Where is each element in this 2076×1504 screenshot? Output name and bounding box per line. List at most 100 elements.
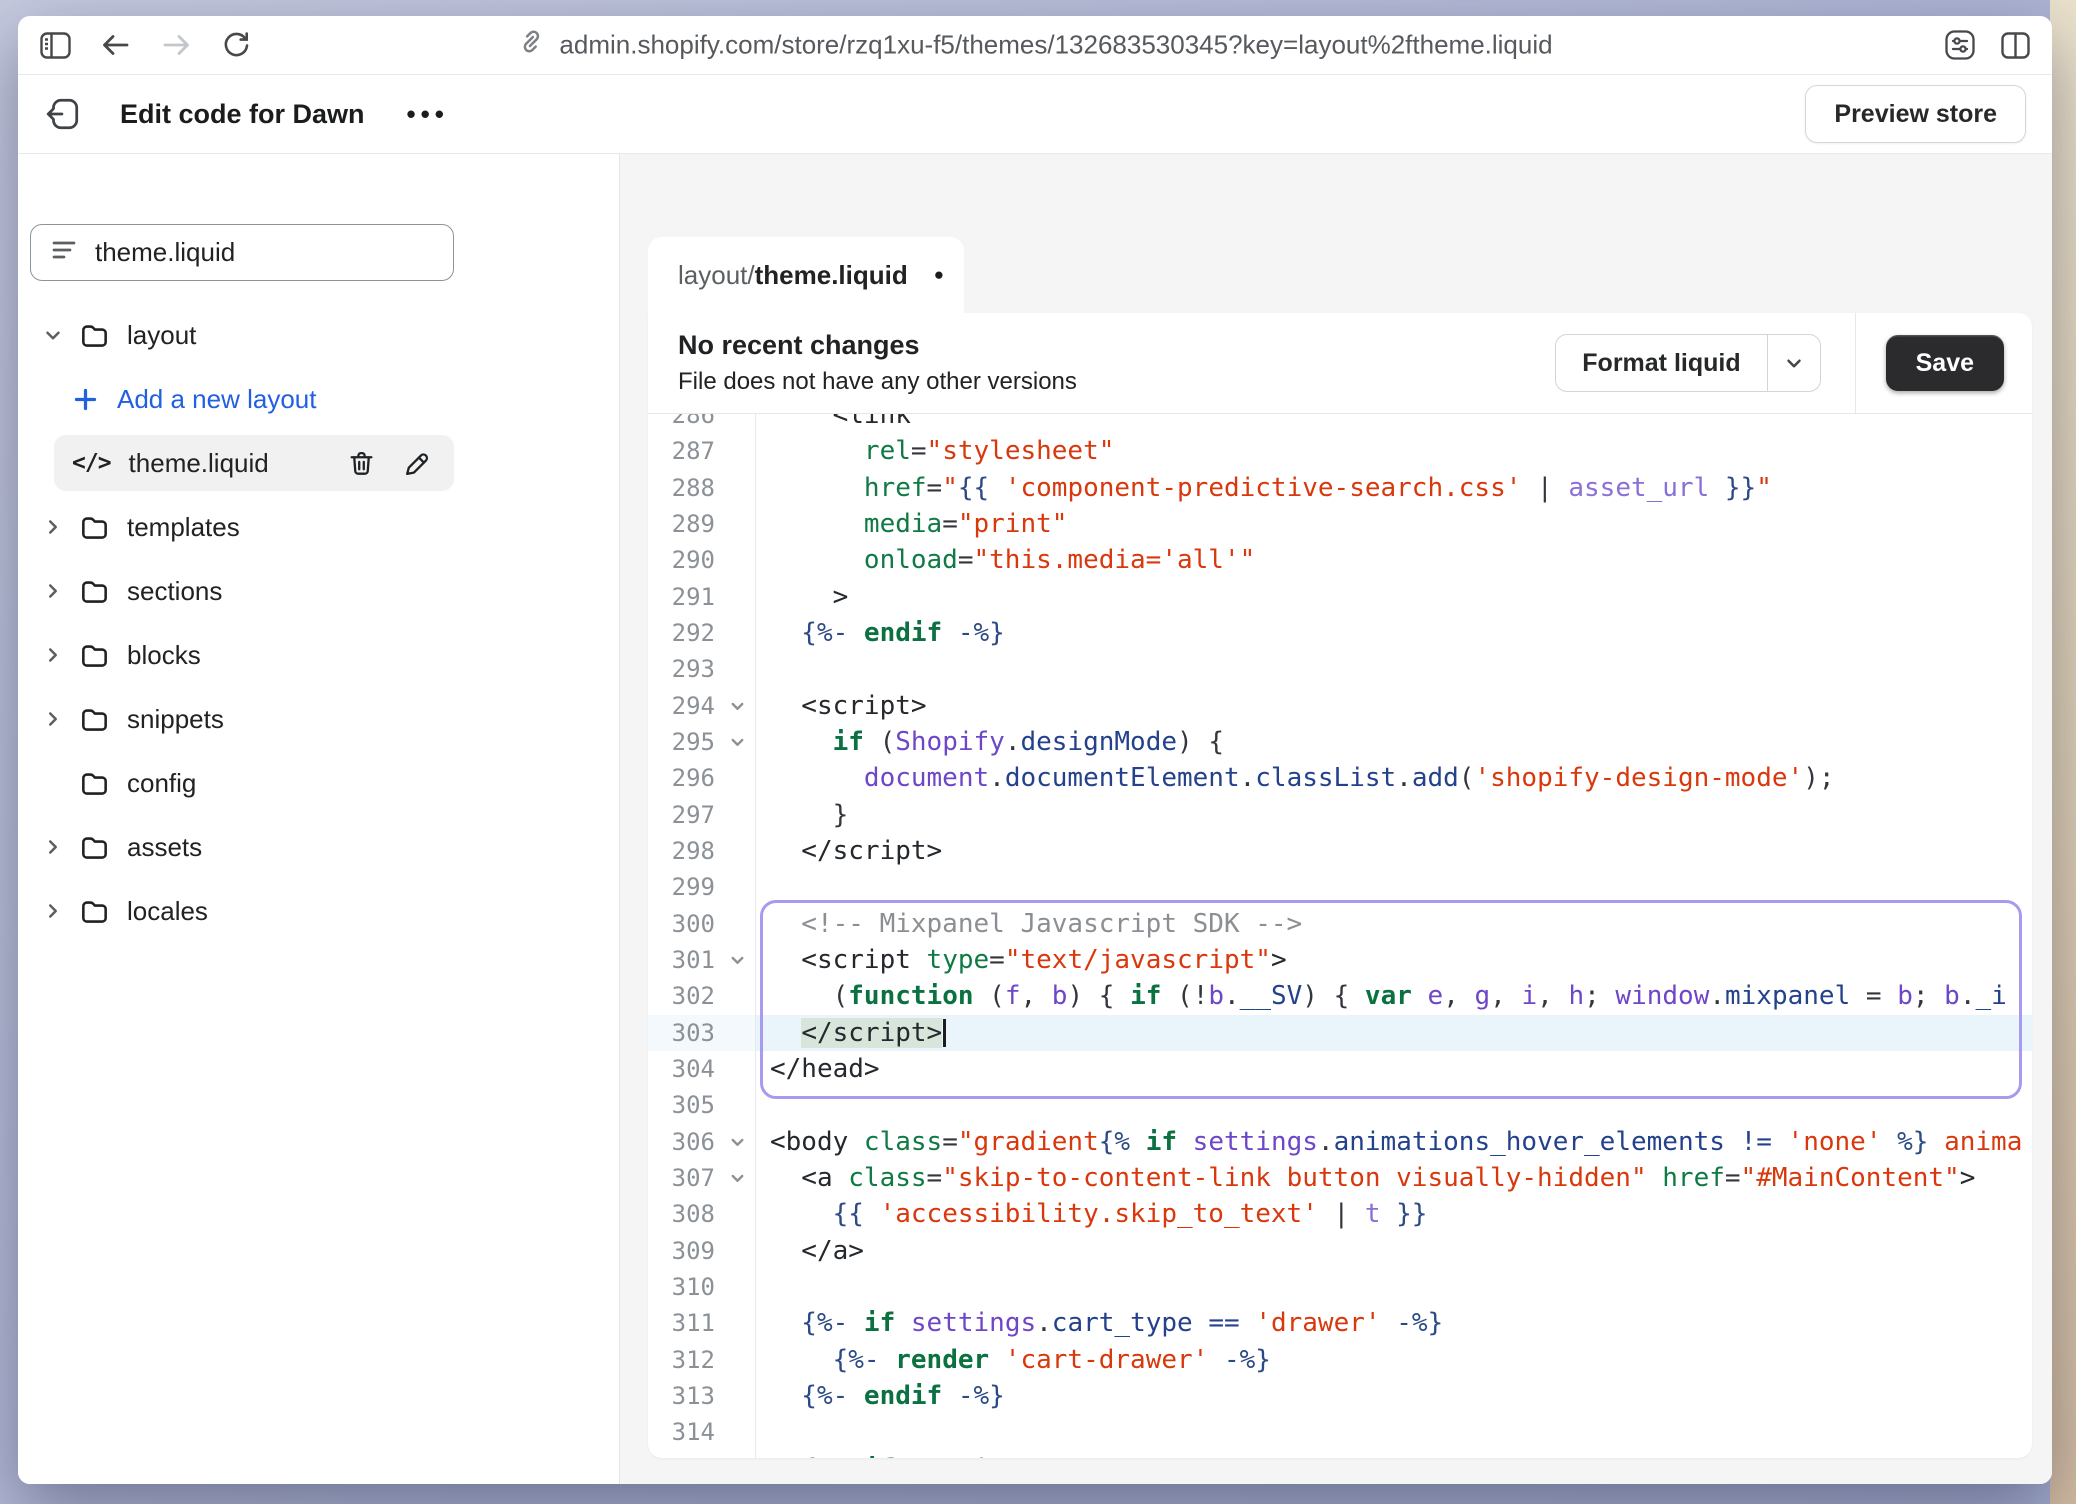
chevron-down-icon[interactable] xyxy=(38,324,68,346)
code-line-text[interactable]: <!-- Mixpanel Javascript SDK --> xyxy=(756,906,2032,942)
code-line-text[interactable]: <script> xyxy=(756,688,2032,724)
code-line-289[interactable]: 289 media="print" xyxy=(648,506,2032,542)
code-line-text[interactable]: {%- endif -%} xyxy=(756,1378,2032,1414)
code-line-text[interactable]: {%- if settings.cart_type == 'drawer' -%… xyxy=(756,1305,2032,1341)
code-line-292[interactable]: 292 {%- endif -%} xyxy=(648,615,2032,651)
file-search-box[interactable] xyxy=(30,224,454,281)
code-line-313[interactable]: 313 {%- endif -%} xyxy=(648,1378,2032,1414)
code-line-303[interactable]: 303 </script> xyxy=(648,1015,2032,1051)
code-line-287[interactable]: 287 rel="stylesheet" xyxy=(648,433,2032,469)
address-bar[interactable]: admin.shopify.com/store/rzq1xu-f5/themes… xyxy=(517,28,1552,63)
code-line-text[interactable] xyxy=(756,651,2032,687)
code-line-text[interactable] xyxy=(756,1269,2032,1305)
code-line-text[interactable]: document.documentElement.classList.add('… xyxy=(756,760,2032,796)
code-line-306[interactable]: 306<body class="gradient{% if settings.a… xyxy=(648,1124,2032,1160)
sidebar-item-locales[interactable]: locales xyxy=(30,883,454,939)
code-line-296[interactable]: 296 document.documentElement.classList.a… xyxy=(648,760,2032,796)
code-line-310[interactable]: 310 xyxy=(648,1269,2032,1305)
browser-settings-icon[interactable] xyxy=(1945,30,1975,60)
code-line-text[interactable]: {%- render 'cart-drawer' -%} xyxy=(756,1342,2032,1378)
code-line-290[interactable]: 290 onload="this.media='all'" xyxy=(648,542,2032,578)
format-options-dropdown[interactable] xyxy=(1767,335,1820,391)
code-line-text[interactable]: > xyxy=(756,579,2032,615)
chevron-right-icon[interactable] xyxy=(38,516,68,538)
code-line-text[interactable]: rel="stylesheet" xyxy=(756,433,2032,469)
chevron-right-icon[interactable] xyxy=(38,580,68,602)
code-line-text[interactable]: <body class="gradient{% if settings.anim… xyxy=(756,1124,2032,1160)
code-line-text[interactable]: media="print" xyxy=(756,506,2032,542)
code-line-291[interactable]: 291 > xyxy=(648,579,2032,615)
code-line-text[interactable] xyxy=(756,1087,2032,1123)
code-line-311[interactable]: 311 {%- if settings.cart_type == 'drawer… xyxy=(648,1305,2032,1341)
chevron-right-icon[interactable] xyxy=(38,644,68,666)
split-view-icon[interactable] xyxy=(2001,32,2030,59)
sidebar-toggle-icon[interactable] xyxy=(40,32,71,59)
code-line-text[interactable]: </script> xyxy=(756,833,2032,869)
code-line-text[interactable] xyxy=(756,1414,2032,1450)
code-line-text[interactable]: </script> xyxy=(756,1015,2032,1051)
code-line-307[interactable]: 307 <a class="skip-to-content-link butto… xyxy=(648,1160,2032,1196)
chevron-right-icon[interactable] xyxy=(38,900,68,922)
code-line-304[interactable]: 304</head> xyxy=(648,1051,2032,1087)
save-button[interactable]: Save xyxy=(1886,335,2004,391)
code-line-partial[interactable]: {%- if settings.cart_type xyxy=(648,1451,2032,1458)
code-line-text[interactable]: <link xyxy=(756,414,2032,433)
code-line-text[interactable]: href="{{ 'component-predictive-search.cs… xyxy=(756,470,2032,506)
code-line-text[interactable] xyxy=(756,869,2032,905)
code-line-text[interactable]: if (Shopify.designMode) { xyxy=(756,724,2032,760)
code-line-295[interactable]: 295 if (Shopify.designMode) { xyxy=(648,724,2032,760)
fold-toggle-icon[interactable] xyxy=(728,951,747,970)
exit-code-editor-button[interactable] xyxy=(44,95,82,133)
preview-store-button[interactable]: Preview store xyxy=(1805,85,2026,143)
code-line-309[interactable]: 309 </a> xyxy=(648,1233,2032,1269)
code-line-text[interactable]: {%- if settings.cart_type xyxy=(756,1451,2032,1458)
more-actions-button[interactable]: ••• xyxy=(407,99,449,130)
code-line-300[interactable]: 300 <!-- Mixpanel Javascript SDK --> xyxy=(648,906,2032,942)
code-line-297[interactable]: 297 } xyxy=(648,797,2032,833)
code-line-293[interactable]: 293 xyxy=(648,651,2032,687)
code-line-302[interactable]: 302 (function (f, b) { if (!b.__SV) { va… xyxy=(648,978,2032,1014)
sidebar-item-layout[interactable]: layout xyxy=(30,307,454,363)
format-liquid-button[interactable]: Format liquid xyxy=(1556,335,1766,391)
chevron-right-icon[interactable] xyxy=(38,836,68,858)
code-line-301[interactable]: 301 <script type="text/javascript"> xyxy=(648,942,2032,978)
code-line-text[interactable]: <a class="skip-to-content-link button vi… xyxy=(756,1160,2032,1196)
code-line-text[interactable]: } xyxy=(756,797,2032,833)
code-line-312[interactable]: 312 {%- render 'cart-drawer' -%} xyxy=(648,1342,2032,1378)
code-line-286[interactable]: 286 <link xyxy=(648,414,2032,433)
code-line-308[interactable]: 308 {{ 'accessibility.skip_to_text' | t … xyxy=(648,1196,2032,1232)
sidebar-item-add-a-new-layout[interactable]: Add a new layout xyxy=(54,371,454,427)
reload-icon[interactable] xyxy=(221,30,251,60)
code-line-294[interactable]: 294 <script> xyxy=(648,688,2032,724)
code-line-299[interactable]: 299 xyxy=(648,869,2032,905)
code-line-text[interactable]: <script type="text/javascript"> xyxy=(756,942,2032,978)
code-editor[interactable]: 286 <link287 rel="stylesheet"288 href="{… xyxy=(648,414,2032,1458)
sidebar-item-blocks[interactable]: blocks xyxy=(30,627,454,683)
fold-toggle-icon[interactable] xyxy=(728,1169,747,1188)
rename-file-icon[interactable] xyxy=(403,450,430,477)
code-line-298[interactable]: 298 </script> xyxy=(648,833,2032,869)
code-line-text[interactable]: {{ 'accessibility.skip_to_text' | t }} xyxy=(756,1196,2032,1232)
tab-layout-theme-liquid[interactable]: layout/theme.liquid ● xyxy=(648,237,964,313)
sidebar-item-config[interactable]: config xyxy=(30,755,454,811)
sidebar-item-theme-liquid[interactable]: </>theme.liquid xyxy=(54,435,454,491)
code-line-text[interactable]: (function (f, b) { if (!b.__SV) { var e,… xyxy=(756,978,2032,1014)
search-input[interactable] xyxy=(93,236,433,269)
sidebar-item-assets[interactable]: assets xyxy=(30,819,454,875)
code-line-314[interactable]: 314 xyxy=(648,1414,2032,1450)
chevron-right-icon[interactable] xyxy=(38,708,68,730)
code-line-text[interactable]: onload="this.media='all'" xyxy=(756,542,2032,578)
code-line-305[interactable]: 305 xyxy=(648,1087,2032,1123)
back-icon[interactable] xyxy=(101,32,131,58)
delete-file-icon[interactable] xyxy=(348,450,375,477)
code-line-text[interactable]: </a> xyxy=(756,1233,2032,1269)
sidebar-item-templates[interactable]: templates xyxy=(30,499,454,555)
code-line-text[interactable]: {%- endif -%} xyxy=(756,615,2032,651)
fold-toggle-icon[interactable] xyxy=(728,696,747,715)
sidebar-item-sections[interactable]: sections xyxy=(30,563,454,619)
code-line-text[interactable]: </head> xyxy=(756,1051,2032,1087)
fold-toggle-icon[interactable] xyxy=(728,1132,747,1151)
code-line-288[interactable]: 288 href="{{ 'component-predictive-searc… xyxy=(648,470,2032,506)
fold-toggle-icon[interactable] xyxy=(728,733,747,752)
sidebar-item-snippets[interactable]: snippets xyxy=(30,691,454,747)
